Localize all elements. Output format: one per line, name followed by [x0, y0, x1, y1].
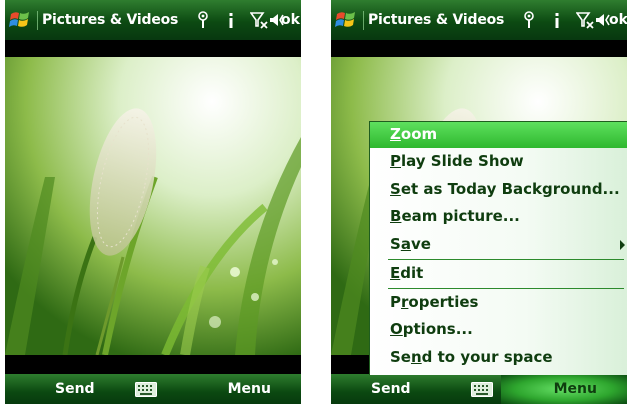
ok-button[interactable]: ok	[281, 12, 300, 28]
menu-item-edit[interactable]: Edit	[370, 261, 627, 287]
menu-item-options[interactable]: Options...	[370, 317, 627, 343]
menu-item-label: Set as Today Background...	[390, 180, 620, 198]
screen-right: Pictures & Videos ok Send Menu Zoom Play…	[331, 0, 627, 404]
softkey-menu[interactable]: Menu	[228, 381, 271, 397]
keyboard-icon[interactable]	[135, 382, 157, 397]
info-icon[interactable]	[553, 10, 561, 30]
softkey-send[interactable]: Send	[371, 381, 411, 397]
screen-left: Pictures & Videos ok Send Menu	[5, 0, 301, 404]
app-title: Pictures & Videos	[368, 12, 505, 28]
menu-item-zoom[interactable]: Zoom	[370, 122, 627, 148]
softkey-send[interactable]: Send	[55, 381, 95, 397]
title-bar: Pictures & Videos ok	[5, 0, 301, 40]
windows-start-icon[interactable]	[8, 9, 32, 31]
signal-icon[interactable]	[197, 10, 209, 30]
no-signal-icon[interactable]	[576, 10, 594, 30]
menu-item-label: Play Slide Show	[390, 152, 524, 170]
menu-item-save[interactable]: Save	[370, 232, 627, 258]
menu-item-label: Edit	[390, 264, 424, 282]
title-separator	[37, 11, 38, 30]
photo-grass	[5, 57, 301, 355]
menu-item-send-to-your-space[interactable]: Send to your space	[370, 345, 627, 371]
keyboard-icon[interactable]	[471, 382, 493, 397]
softkey-menu[interactable]: Menu	[554, 381, 597, 397]
windows-start-icon[interactable]	[334, 9, 358, 31]
menu-item-label: Save	[390, 235, 431, 253]
submenu-arrow-icon	[620, 240, 625, 250]
menu-item-properties[interactable]: Properties	[370, 290, 627, 316]
context-menu: Zoom Play Slide Show Set as Today Backgr…	[369, 121, 627, 375]
app-title: Pictures & Videos	[42, 12, 179, 28]
info-icon[interactable]	[227, 10, 235, 30]
menu-item-label: Beam picture...	[390, 207, 520, 225]
signal-icon[interactable]	[523, 10, 535, 30]
menu-item-play-slide-show[interactable]: Play Slide Show	[370, 149, 627, 175]
title-separator	[363, 11, 364, 30]
no-signal-icon[interactable]	[250, 10, 268, 30]
menu-item-set-today-background[interactable]: Set as Today Background...	[370, 177, 627, 203]
top-black-bar	[5, 40, 301, 57]
menu-item-beam-picture[interactable]: Beam picture...	[370, 204, 627, 230]
menu-item-label: Properties	[390, 293, 479, 311]
menu-item-label: Zoom	[390, 125, 438, 143]
top-black-bar	[331, 40, 627, 57]
softkey-bar: Send Menu	[5, 374, 301, 404]
menu-item-label: Options...	[390, 320, 473, 338]
bottom-black-bar	[5, 355, 301, 374]
menu-item-label: Send to your space	[390, 348, 553, 366]
menu-separator	[388, 288, 624, 289]
softkey-bar: Send Menu	[331, 374, 627, 404]
ok-button[interactable]: ok	[609, 12, 627, 28]
menu-separator	[388, 259, 624, 260]
title-bar: Pictures & Videos ok	[331, 0, 627, 40]
